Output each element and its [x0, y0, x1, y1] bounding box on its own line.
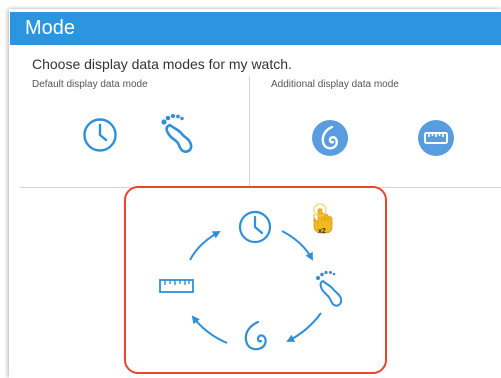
mode-cycle-diagram: x2	[159, 203, 343, 351]
arrow-flame-to-ruler	[191, 315, 228, 344]
cycle-footprint-icon	[316, 270, 343, 307]
cycle-flame-icon	[244, 320, 267, 351]
cycle-clock-icon	[238, 210, 272, 244]
arrow-clock-to-footprint	[281, 230, 313, 261]
cycle-ruler-icon	[159, 279, 194, 293]
arrow-ruler-to-clock	[189, 231, 221, 261]
double-tap-badge: x2	[318, 228, 326, 235]
arrow-footprint-to-flame	[286, 312, 322, 342]
screen: Mode Choose display data modes for my wa…	[0, 0, 501, 378]
